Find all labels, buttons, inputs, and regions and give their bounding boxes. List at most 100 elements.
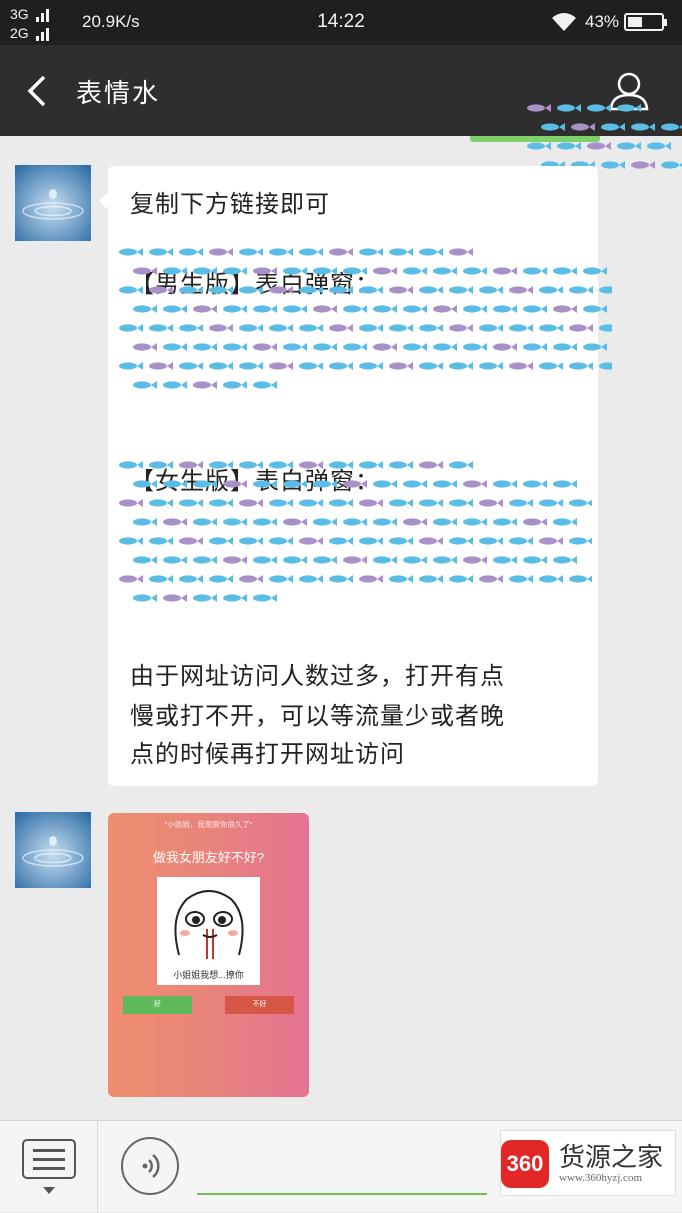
- fish-mark: [553, 267, 577, 275]
- fish-mark: [133, 480, 157, 488]
- yes-button[interactable]: 好: [123, 996, 192, 1014]
- fish-mark: [553, 343, 577, 351]
- fish-mark: [553, 518, 577, 526]
- fish-mark: [329, 286, 353, 294]
- fish-mark: [179, 575, 203, 583]
- fish-mark: [283, 343, 307, 351]
- fish-mark: [433, 267, 457, 275]
- fish-mark: [493, 343, 517, 351]
- fish-mark: [509, 575, 533, 583]
- fish-mark: [557, 104, 581, 112]
- fish-mark: [119, 248, 143, 256]
- fish-mark: [583, 267, 607, 275]
- fish-mark: [343, 267, 367, 275]
- fish-mark: [523, 556, 547, 564]
- fish-mark: [179, 537, 203, 545]
- fish-mark: [557, 142, 581, 150]
- fish-mark: [223, 343, 247, 351]
- image-message[interactable]: “小姐姐，我观察你很久了” 做我女朋友好不好? 小姐姐我想...撩你 好 不好: [108, 813, 309, 1097]
- fish-mark: [299, 324, 323, 332]
- fish-mark: [179, 461, 203, 469]
- fish-mark: [239, 248, 263, 256]
- fish-mark: [209, 362, 233, 370]
- fish-mark: [433, 343, 457, 351]
- fish-mark: [373, 343, 397, 351]
- fish-mark: [253, 267, 277, 275]
- fish-mark: [299, 248, 323, 256]
- fish-mark: [583, 343, 607, 351]
- fish-mark: [617, 104, 641, 112]
- fish-mark: [523, 518, 547, 526]
- fish-mark: [329, 248, 353, 256]
- fish-mark: [523, 305, 547, 313]
- voice-icon[interactable]: [121, 1137, 179, 1195]
- fish-mark: [223, 518, 247, 526]
- fish-mark: [389, 461, 413, 469]
- fish-mark: [493, 267, 517, 275]
- fish-mark: [253, 594, 277, 602]
- fish-mark: [373, 480, 397, 488]
- fish-mark: [449, 461, 473, 469]
- fish-mark: [163, 267, 187, 275]
- chevron-left-icon[interactable]: [22, 73, 52, 109]
- caret-down-icon[interactable]: [43, 1187, 55, 1194]
- fish-mark: [313, 480, 337, 488]
- fish-mark: [163, 594, 187, 602]
- message-line: 点的时候再打开网址访问: [130, 740, 405, 768]
- fish-mark: [463, 305, 487, 313]
- fish-mark: [239, 324, 263, 332]
- fish-mark: [449, 286, 473, 294]
- list-menu-icon[interactable]: [22, 1139, 76, 1179]
- fish-mark: [463, 343, 487, 351]
- fish-mark: [403, 343, 427, 351]
- fish-mark: [373, 556, 397, 564]
- fish-mark: [539, 499, 563, 507]
- fish-mark: [149, 575, 173, 583]
- fish-mark: [419, 461, 443, 469]
- fish-mark: [403, 480, 427, 488]
- fish-mark: [239, 537, 263, 545]
- fish-mark: [527, 104, 551, 112]
- fish-mark: [149, 499, 173, 507]
- fish-mark: [133, 305, 157, 313]
- fish-mark: [403, 556, 427, 564]
- fish-mark: [163, 480, 187, 488]
- fish-mark: [193, 343, 217, 351]
- fish-mark: [419, 499, 443, 507]
- fish-mark: [631, 123, 655, 131]
- fish-mark: [193, 267, 217, 275]
- avatar[interactable]: [15, 812, 91, 888]
- image-quote: “小姐姐，我观察你很久了”: [164, 820, 253, 829]
- avatar[interactable]: [15, 165, 91, 241]
- fish-mark: [119, 362, 143, 370]
- fish-mark: [389, 499, 413, 507]
- watermark-badge: 360: [501, 1140, 549, 1188]
- fish-mark: [313, 267, 337, 275]
- fish-mark: [359, 286, 383, 294]
- fish-mark: [223, 267, 247, 275]
- fish-mark: [119, 499, 143, 507]
- fish-mark: [119, 461, 143, 469]
- fish-mark: [329, 324, 353, 332]
- fish-mark: [253, 381, 277, 389]
- fish-mark: [163, 518, 187, 526]
- fish-mark: [133, 381, 157, 389]
- fish-mark: [539, 286, 563, 294]
- fish-mark: [571, 123, 595, 131]
- fish-mark: [449, 575, 473, 583]
- fish-mark: [403, 518, 427, 526]
- fish-mark: [149, 248, 173, 256]
- fish-mark: [449, 499, 473, 507]
- fish-mark: [389, 286, 413, 294]
- fish-mark: [509, 362, 533, 370]
- message-line: 慢或打不开，可以等流量少或者晚: [130, 702, 505, 730]
- fish-mark: [313, 343, 337, 351]
- fish-mark: [209, 575, 233, 583]
- no-button[interactable]: 不好: [225, 996, 294, 1014]
- fish-mark: [449, 324, 473, 332]
- message-input[interactable]: [197, 1193, 487, 1195]
- fish-mark: [403, 267, 427, 275]
- fish-mark: [539, 575, 563, 583]
- fish-mark: [359, 248, 383, 256]
- fish-mark: [539, 362, 563, 370]
